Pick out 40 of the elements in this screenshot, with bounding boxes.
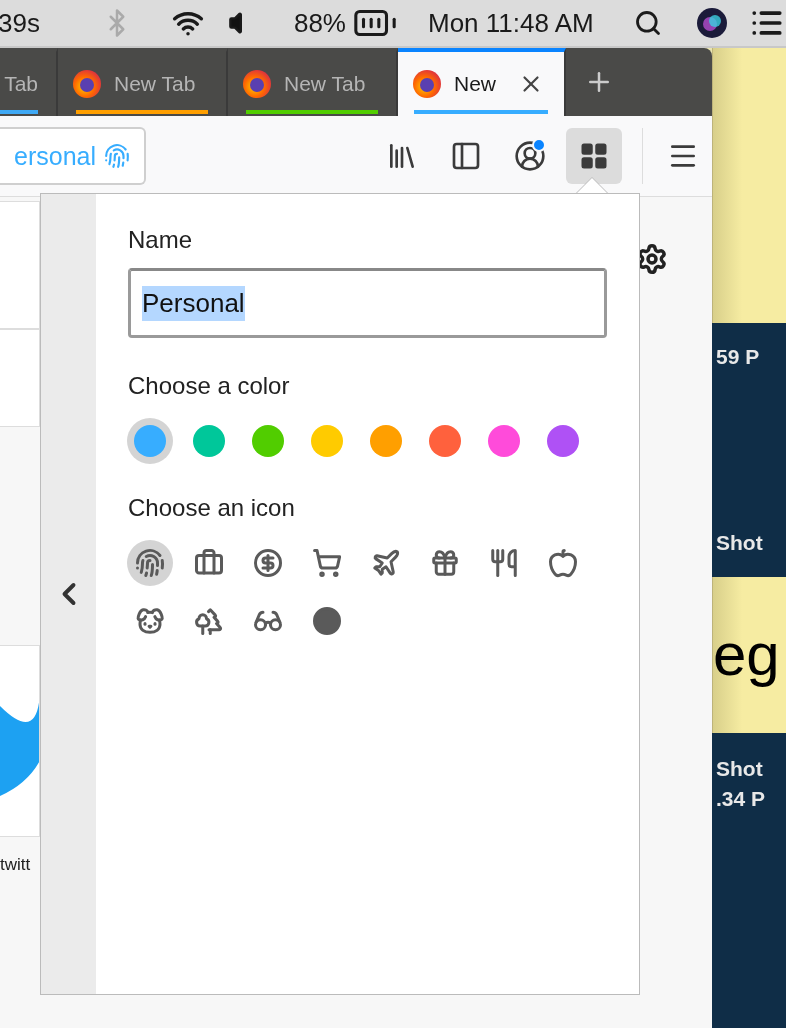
gift-icon	[430, 548, 460, 578]
icon-label: Choose an icon	[128, 494, 296, 522]
apple-icon	[548, 548, 578, 578]
fingerprint-icon	[104, 143, 130, 169]
icon-option[interactable]	[127, 540, 173, 586]
clock-text[interactable]: Mon 11:48 AM	[427, 7, 594, 39]
site-tile[interactable]	[0, 645, 40, 837]
circle-icon	[312, 606, 342, 636]
containers-button[interactable]	[566, 128, 622, 184]
site-tile[interactable]	[0, 201, 40, 329]
cart-icon	[312, 548, 342, 578]
battery-percent: 88%	[293, 7, 346, 39]
briefcase-icon	[194, 548, 224, 578]
note-text: eg	[713, 620, 780, 690]
browser-tab[interactable]: New	[398, 48, 566, 116]
trees-icon	[194, 606, 224, 636]
firefox-icon	[242, 69, 272, 99]
site-tile[interactable]	[0, 329, 40, 427]
assistant-icon[interactable]	[695, 7, 728, 39]
plane-icon	[371, 548, 401, 578]
search-icon[interactable]	[633, 9, 662, 37]
sidebar-icon	[450, 140, 482, 172]
fingerprint-icon	[135, 548, 165, 578]
firefox-icon	[412, 69, 442, 99]
dog-icon	[135, 606, 165, 636]
file-label: Shot	[716, 756, 764, 781]
name-label: Name	[128, 226, 194, 254]
squares-icon	[579, 141, 609, 171]
container-badge[interactable]: ersonal	[0, 127, 146, 185]
color-option[interactable]	[127, 418, 173, 464]
name-field[interactable]: Personal	[128, 268, 607, 338]
file-label: Shot	[716, 530, 764, 555]
fork-knife-icon	[489, 548, 519, 578]
file-label: .34 P	[716, 786, 767, 811]
file-label: 59 P	[716, 344, 761, 369]
account-icon	[514, 140, 546, 172]
dollar-icon	[253, 548, 283, 578]
tile-caption: twitt	[0, 855, 32, 875]
firefox-icon	[72, 69, 102, 99]
color-label: Choose a color	[128, 372, 291, 400]
